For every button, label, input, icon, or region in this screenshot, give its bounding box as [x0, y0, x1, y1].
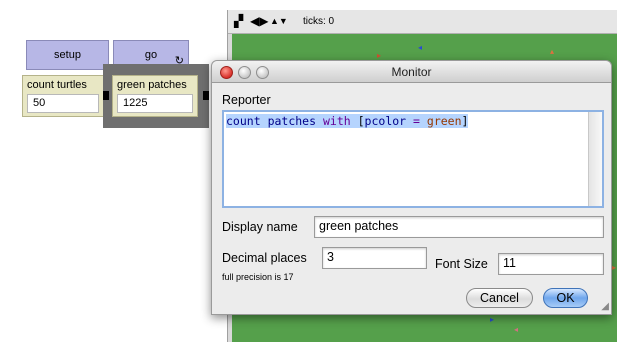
arrows-horizontal-icon[interactable]: ◀▶ — [250, 14, 268, 28]
code-token: [ — [357, 114, 365, 128]
decimal-places-label: Decimal places — [222, 251, 307, 265]
resize-handle[interactable] — [103, 91, 109, 100]
code-token: with — [322, 114, 351, 128]
count-turtles-monitor[interactable]: count turtles 50 — [22, 75, 104, 117]
ok-button[interactable]: OK — [543, 288, 588, 308]
reporter-scrollbar[interactable] — [588, 112, 602, 206]
reporter-label: Reporter — [222, 93, 271, 107]
monitor-label: count turtles — [27, 79, 87, 91]
decimal-places-field[interactable]: 3 — [322, 247, 427, 269]
turtle-icon: ▸ — [377, 51, 382, 60]
reporter-editor[interactable]: count patches with [pcolor = green] — [222, 110, 604, 208]
reporter-code[interactable]: count patches with [pcolor = green] — [226, 114, 469, 129]
code-token: count — [226, 114, 261, 128]
code-token: green — [426, 114, 462, 128]
turtle-icon: ▸ — [490, 315, 495, 324]
monitor-value: 50 — [27, 94, 99, 113]
setup-button-label: setup — [54, 49, 81, 61]
resize-grip-icon[interactable]: ◢ — [601, 302, 609, 312]
setup-button[interactable]: setup — [26, 40, 109, 70]
code-token: pcolor — [364, 114, 407, 128]
selected-text: count patches with [pcolor = green] — [226, 114, 469, 128]
display-name-label: Display name — [222, 220, 298, 234]
precision-note: full precision is 17 — [222, 272, 294, 282]
monitor-value: 1225 — [117, 94, 193, 113]
monitor-dialog: Monitor Reporter count patches with [pco… — [211, 60, 612, 315]
display-name-field[interactable]: green patches — [314, 216, 604, 238]
font-size-label: Font Size — [435, 257, 488, 271]
view-3d-icon[interactable]: ▞ — [234, 14, 243, 28]
turtle-icon: ▴ — [550, 47, 555, 56]
view-toolbar: ▞ ◀▶ ▲▼ ticks: 0 — [228, 10, 617, 34]
code-token: ] — [461, 114, 469, 128]
turtle-icon: ◂ — [418, 43, 423, 52]
arrows-vertical-icon[interactable]: ▲▼ — [270, 14, 288, 28]
dialog-title: Monitor — [391, 65, 432, 79]
code-token: = — [413, 114, 420, 128]
turtle-icon: ◂ — [514, 325, 519, 334]
monitor-label: green patches — [117, 79, 187, 91]
ticks-counter: ticks: 0 — [303, 16, 335, 27]
dialog-titlebar[interactable]: Monitor — [212, 61, 611, 83]
code-token: patches — [267, 114, 317, 128]
font-size-field[interactable]: 11 — [498, 253, 604, 275]
green-patches-monitor[interactable]: green patches 1225 — [112, 75, 198, 117]
cancel-button[interactable]: Cancel — [466, 288, 533, 308]
go-button-label: go — [144, 49, 158, 61]
turtle-icon: ▸ — [612, 263, 617, 272]
resize-handle[interactable] — [203, 91, 209, 100]
